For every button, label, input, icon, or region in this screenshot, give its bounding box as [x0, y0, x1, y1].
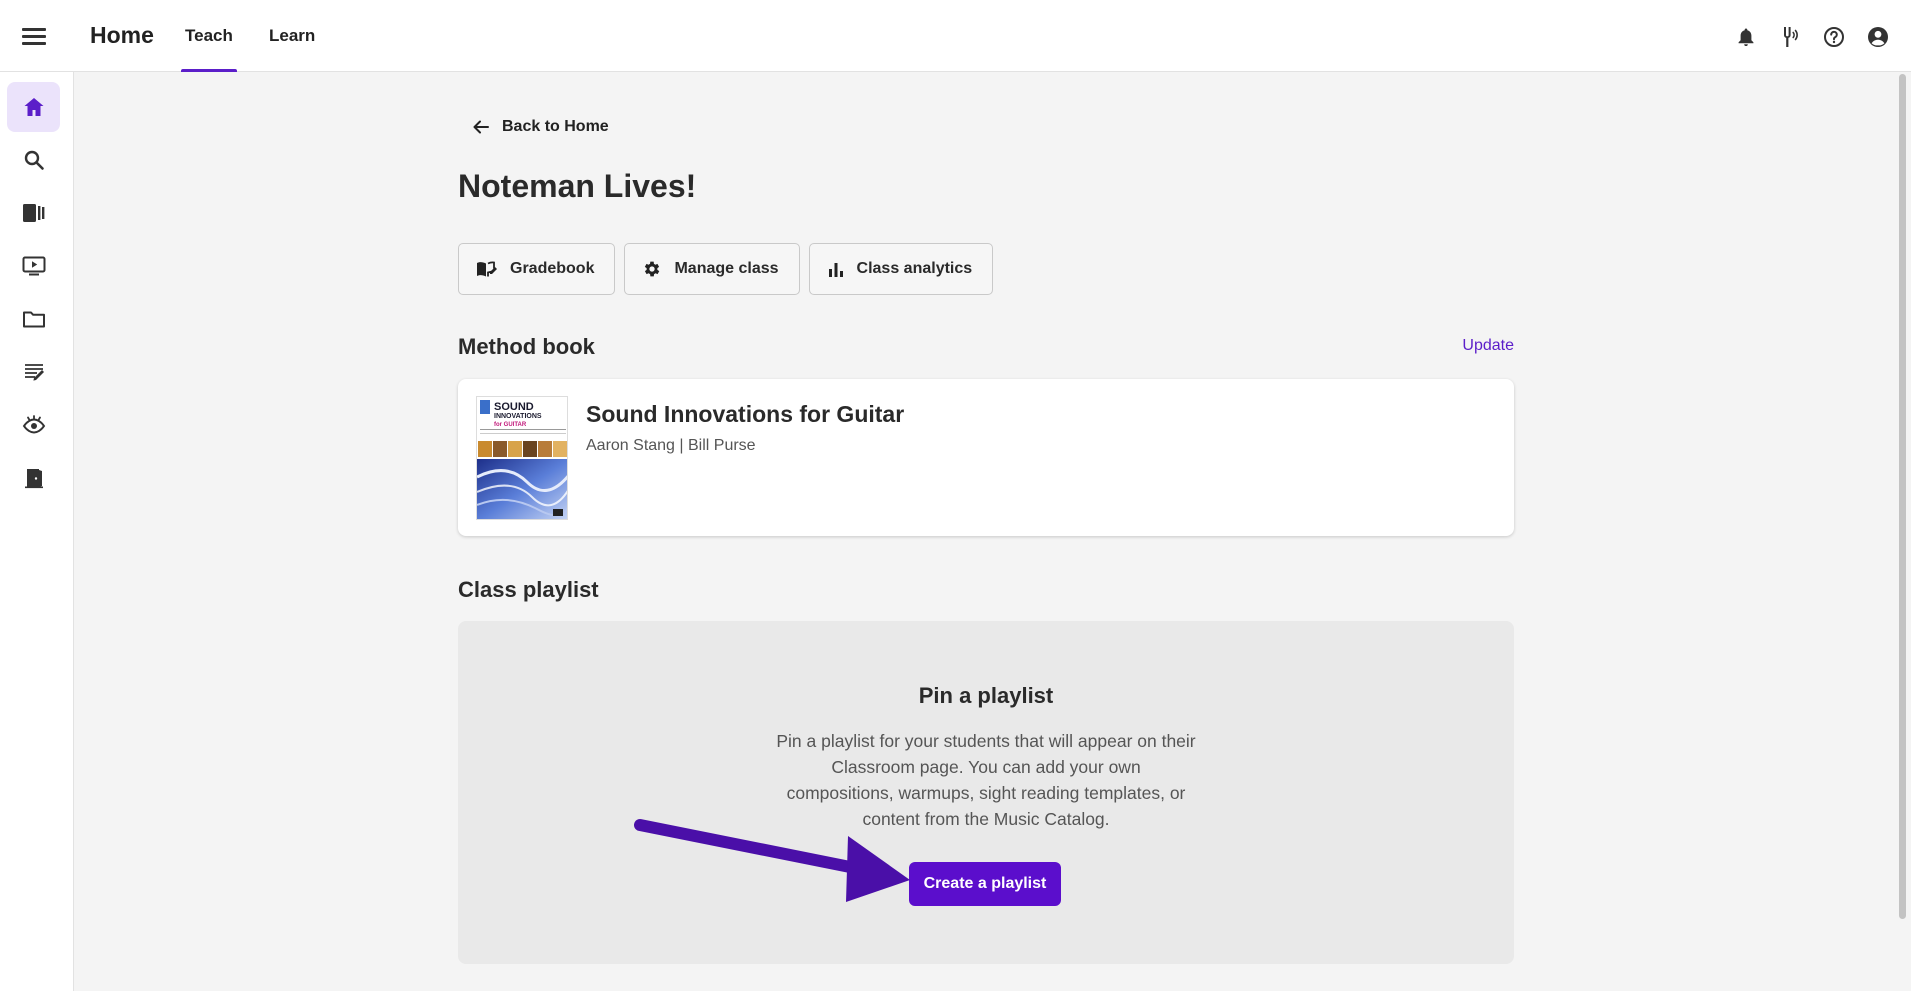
gradebook-label: Gradebook — [510, 260, 595, 277]
sidebar-item-classroom[interactable] — [7, 453, 60, 503]
book-cover-image: SOUND INNOVATIONS for GUITAR — [476, 396, 568, 520]
scrollbar-thumb[interactable] — [1899, 74, 1906, 919]
cover-title-line3: for GUITAR — [494, 422, 527, 428]
gear-icon — [645, 261, 660, 277]
book-authors: Aaron Stang | Bill Purse — [586, 437, 756, 454]
sidebar-item-ear-training[interactable] — [7, 400, 60, 450]
pin-playlist-title: Pin a playlist — [918, 683, 1054, 708]
scrollbar[interactable] — [1895, 72, 1911, 991]
gradebook-icon — [477, 261, 497, 277]
sidebar-item-folder[interactable] — [7, 294, 60, 344]
app-title: Home — [90, 22, 154, 48]
search-icon — [24, 150, 44, 170]
menu-icon[interactable] — [22, 28, 46, 46]
update-method-book-link[interactable]: Update — [1462, 337, 1514, 355]
bell-icon[interactable] — [1733, 24, 1759, 50]
video-icon — [22, 256, 45, 276]
top-icons — [1733, 24, 1891, 50]
back-label: Back to Home — [502, 118, 609, 135]
method-book-card[interactable]: SOUND INNOVATIONS for GUITAR Sound Innov… — [458, 379, 1514, 536]
sidebar-item-sight-reading[interactable] — [7, 347, 60, 397]
tab-teach[interactable]: Teach — [181, 26, 237, 72]
class-analytics-button[interactable]: Class analytics — [808, 243, 994, 295]
home-icon — [24, 98, 43, 116]
help-icon[interactable] — [1821, 24, 1847, 50]
class-playlist-heading: Class playlist — [458, 577, 599, 602]
tuning-fork-icon[interactable] — [1777, 24, 1803, 50]
page-title: Noteman Lives! — [458, 168, 697, 204]
manage-class-label: Manage class — [674, 260, 779, 277]
sidebar-item-video[interactable] — [7, 241, 60, 291]
door-icon — [24, 469, 43, 489]
gradebook-button[interactable]: Gradebook — [458, 243, 616, 295]
cover-title-line1: SOUND — [494, 401, 534, 413]
book-title: Sound Innovations for Guitar — [586, 401, 905, 427]
top-bar: Home Teach Learn — [0, 0, 1911, 72]
account-icon[interactable] — [1865, 24, 1891, 50]
sight-reading-icon — [24, 364, 44, 381]
manage-class-button[interactable]: Manage class — [624, 243, 800, 295]
pin-playlist-description: Pin a playlist for your students that wi… — [776, 731, 1196, 829]
cover-title-line2: INNOVATIONS — [494, 413, 542, 420]
create-playlist-button[interactable]: Create a playlist — [909, 862, 1061, 906]
folder-icon — [22, 311, 45, 328]
tab-learn[interactable]: Learn — [269, 26, 315, 72]
sidebar-item-search[interactable] — [7, 135, 60, 185]
sidebar — [0, 72, 74, 991]
bar-chart-icon — [828, 263, 843, 277]
library-icon — [22, 204, 44, 222]
class-actions: Gradebook Manage class Class analytics — [458, 243, 994, 295]
class-analytics-label: Class analytics — [856, 260, 973, 277]
pin-playlist-panel: Pin a playlist Pin a playlist for your s… — [458, 621, 1514, 964]
ear-icon — [22, 415, 45, 434]
method-book-heading: Method book — [458, 334, 595, 359]
sidebar-item-home[interactable] — [7, 82, 60, 132]
sidebar-item-library[interactable] — [7, 188, 60, 238]
back-to-home-link[interactable]: Back to Home — [472, 118, 609, 136]
arrow-left-icon — [473, 120, 489, 134]
